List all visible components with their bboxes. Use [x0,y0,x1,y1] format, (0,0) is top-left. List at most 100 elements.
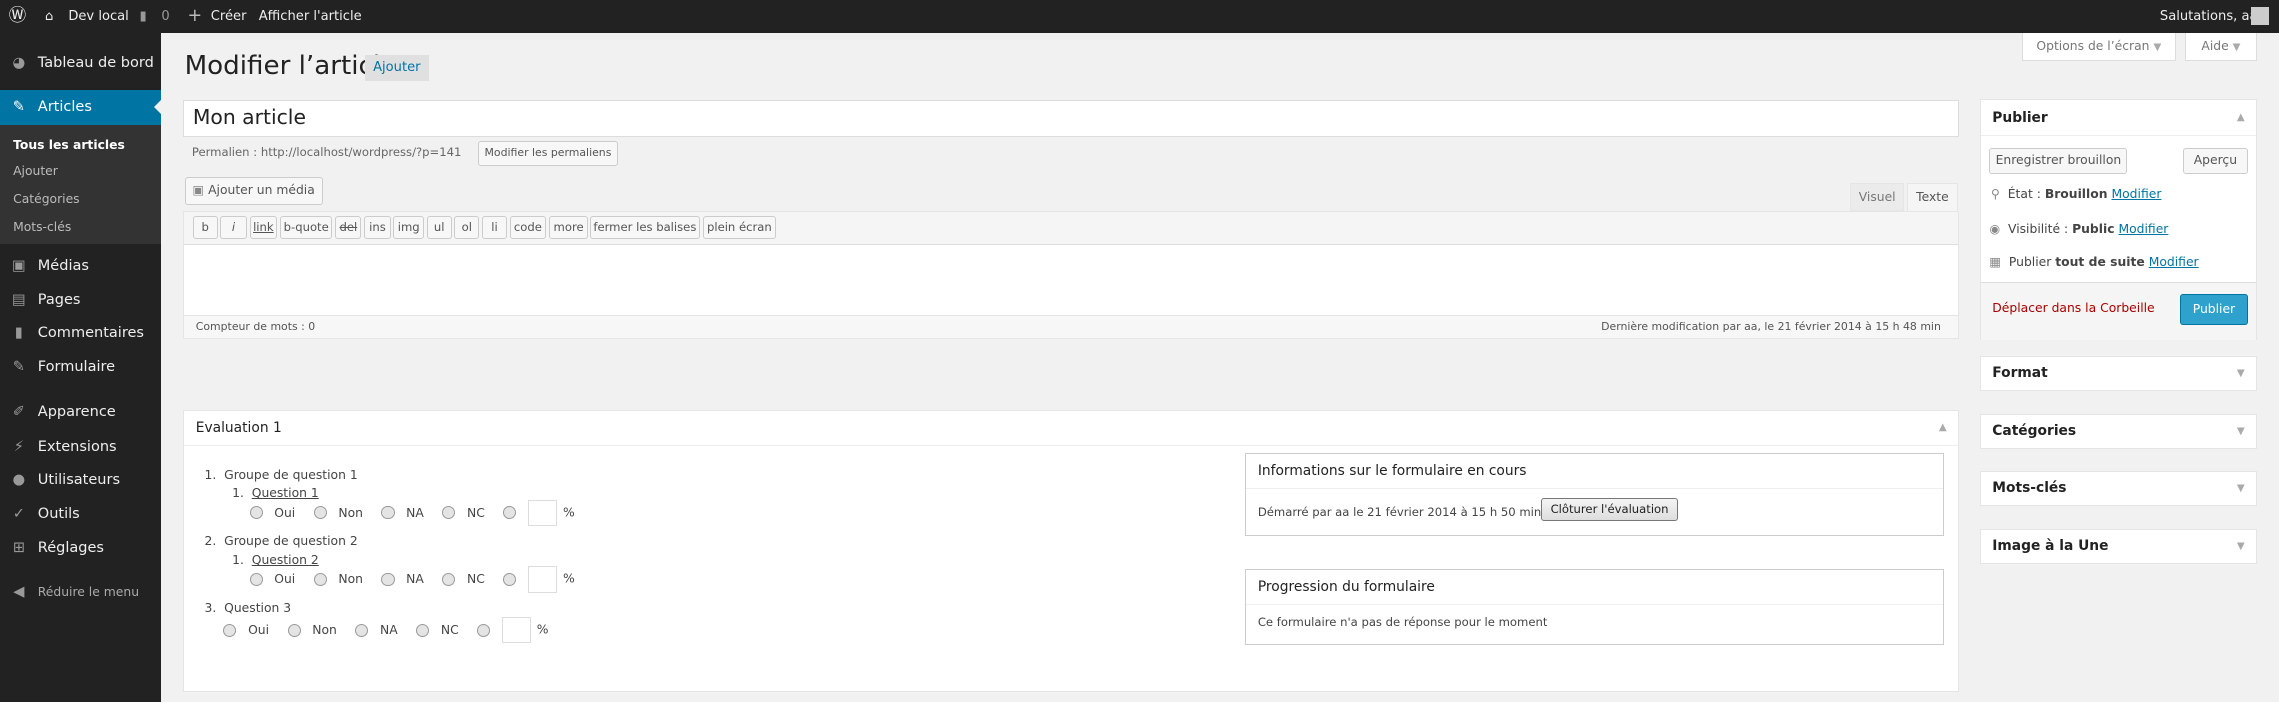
site-name-link[interactable]: Dev local [68,0,129,33]
radio-percent[interactable] [503,572,517,586]
pages-icon: ▤ [12,291,26,308]
triangle-up-icon[interactable]: ▲ [2237,100,2245,136]
save-draft-button[interactable]: Enregistrer brouillon [1989,147,2128,174]
sidebar-item-tools[interactable]: ✓ Outils [0,499,161,531]
admin-sidebar: ◕ Tableau de bord ✎ Articles Tous les arti… [0,33,162,702]
radio-na[interactable] [355,623,369,637]
add-media-button[interactable]: ▣ Ajouter un média [184,177,323,205]
post-title-input[interactable]: Mon article [183,100,1960,137]
radio-percent[interactable] [503,506,517,520]
radio-oui[interactable] [249,506,263,520]
sidebar-item-appearance[interactable]: ✐ Apparence [0,397,161,429]
radio-nc[interactable] [416,623,430,637]
triangle-down-icon: ▼ [2153,42,2162,54]
edit-permalink-button[interactable]: Modifier les permaliens [478,140,618,166]
submenu-add[interactable]: Ajouter [0,158,161,184]
submenu-all-posts[interactable]: Tous les articles [0,132,161,158]
sidebar-item-pages[interactable]: ▤ Pages [0,285,161,317]
sidebar-item-formulaire[interactable]: ✎ Formulaire [0,352,161,384]
evaluation-header[interactable]: Evaluation 1 ▲ [184,411,1959,446]
percent-input[interactable] [501,617,531,644]
format-box[interactable]: Format ▼ [1979,356,2258,391]
edit-schedule-link[interactable]: Modifier [2149,255,2199,269]
admin-bar: Ⓦ ⌂ Dev local ▮ 0 + Créer Afficher l'art… [0,0,2279,34]
help-button[interactable]: Aide ▼ [2184,33,2258,62]
sidebar-item-media[interactable]: ▣ Médias [0,251,161,283]
create-link[interactable]: Créer [211,0,247,33]
comment-icon[interactable]: ▮ [140,0,147,33]
radio-non[interactable] [287,623,301,637]
comments-count[interactable]: 0 [161,0,169,33]
quicktag-ol[interactable]: ol [454,216,480,240]
triangle-down-icon[interactable]: ▼ [2237,415,2245,448]
quicktag-bold[interactable]: b [192,216,218,240]
quicktag-ins[interactable]: ins [364,216,391,240]
radio-percent[interactable] [477,623,491,637]
radio-nc[interactable] [442,506,456,520]
quicktag-del[interactable]: del [335,216,362,240]
quicktag-link[interactable]: link [249,216,278,240]
sidebar-item-plugins[interactable]: ⚡ Extensions [0,432,161,464]
triangle-down-icon[interactable]: ▼ [2237,530,2245,563]
quicktag-ul[interactable]: ul [426,216,452,240]
tab-visual[interactable]: Visuel [1850,183,1905,211]
radio-na[interactable] [381,572,395,586]
screen-options-button[interactable]: Options de l’écran ▼ [2021,33,2176,62]
radio-oui[interactable] [223,623,237,637]
trash-link[interactable]: Déplacer dans la Corbeille [1992,301,2154,315]
view-post-link[interactable]: Afficher l'article [259,0,362,33]
categories-box[interactable]: Catégories ▼ [1979,414,2258,450]
quicktag-code[interactable]: code [509,216,547,240]
percent-input[interactable] [528,499,558,526]
sidebar-item-settings[interactable]: ⊞ Réglages [0,533,161,565]
percent-input[interactable] [528,566,558,593]
radio-non[interactable] [313,506,327,520]
question-link[interactable]: Question 2 [252,553,319,567]
eye-icon: ◉ [1989,221,2001,236]
quicktag-more[interactable]: more [548,216,589,240]
categories-header[interactable]: Catégories ▼ [1981,415,2257,448]
collapse-menu-button[interactable]: ◀ Réduire le menu [0,577,161,609]
radio-non[interactable] [313,572,327,586]
quicktag-fullscreen[interactable]: plein écran [703,216,776,240]
quicktag-blockquote[interactable]: b-quote [280,216,333,240]
sidebar-item-articles[interactable]: ✎ Articles [0,90,162,125]
question-link[interactable]: Question 1 [252,486,319,500]
featured-image-header[interactable]: Image à la Une ▼ [1981,530,2257,563]
radio-oui[interactable] [249,572,263,586]
quicktag-close-tags[interactable]: fermer les balises [589,216,701,240]
content-textarea[interactable] [184,245,1959,315]
quicktag-img[interactable]: img [393,216,424,240]
current-indicator [147,100,162,115]
publish-button[interactable]: Publier [2179,294,2249,325]
triangle-down-icon[interactable]: ▼ [2237,472,2245,505]
format-header[interactable]: Format ▼ [1981,357,2257,390]
quicktag-italic[interactable]: i [220,216,247,240]
tags-box[interactable]: Mots-clés ▼ [1979,470,2258,506]
featured-image-box[interactable]: Image à la Une ▼ [1979,529,2258,564]
publish-header[interactable]: Publier ▲ [1980,100,2257,137]
sidebar-item-dashboard[interactable]: ◕ Tableau de bord [0,48,161,80]
submenu-tags[interactable]: Mots-clés [0,214,161,240]
close-evaluation-button[interactable]: Clôturer l'évaluation [1541,497,1678,521]
avatar[interactable] [2251,7,2269,25]
quicktag-li[interactable]: li [482,216,507,240]
tab-text[interactable]: Texte [1906,183,1958,213]
edit-status-link[interactable]: Modifier [2111,187,2161,201]
radio-na[interactable] [381,506,395,520]
wordpress-logo-icon[interactable]: Ⓦ [9,0,26,33]
greeting-link[interactable]: Salutations, aa [2160,0,2258,33]
tags-header[interactable]: Mots-clés ▼ [1981,472,2257,505]
radio-nc[interactable] [442,572,456,586]
sidebar-item-comments[interactable]: ▮ Commentaires [0,318,161,350]
add-new-button[interactable]: Ajouter [364,55,429,82]
edit-visibility-link[interactable]: Modifier [2118,222,2168,236]
submenu-categories[interactable]: Catégories [0,186,161,212]
publish-actions: Déplacer dans la Corbeille Publier [1980,281,2257,340]
permalink-url[interactable]: http://localhost/wordpress/?p=141 [261,145,462,159]
sidebar-item-users[interactable]: ● Utilisateurs [0,465,161,497]
preview-button[interactable]: Aperçu [2182,147,2249,174]
triangle-up-icon[interactable]: ▲ [1939,411,1947,446]
triangle-down-icon[interactable]: ▼ [2237,357,2245,390]
progress-text: Ce formulaire n'a pas de réponse pour le… [1257,615,1548,630]
